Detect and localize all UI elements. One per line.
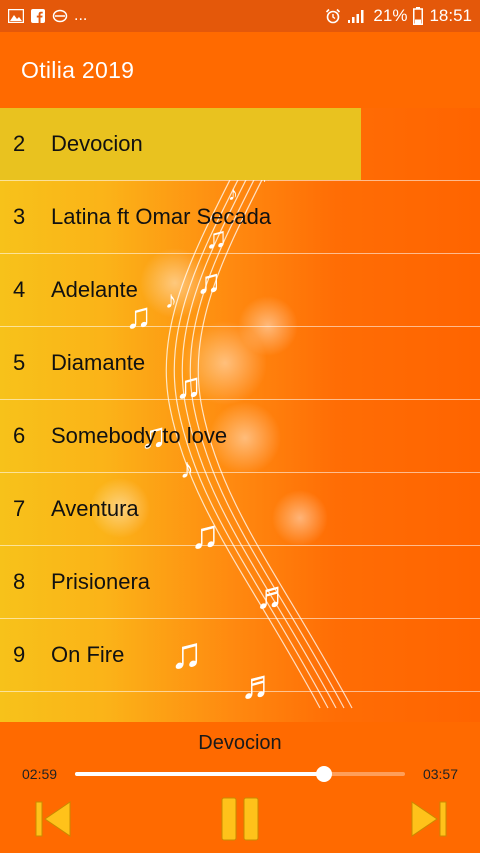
previous-icon[interactable] xyxy=(33,799,73,839)
facebook-icon xyxy=(31,9,45,23)
status-overflow: ... xyxy=(74,7,88,24)
battery-percent: 21% xyxy=(373,6,408,25)
battery-icon xyxy=(413,7,424,25)
track-number: 7 xyxy=(13,496,26,521)
signal-icon xyxy=(348,10,364,23)
now-playing-title: Devocion xyxy=(198,732,282,754)
track-row[interactable]: 9 On Fire xyxy=(0,619,480,692)
track-list-area[interactable]: 𝄞 ♪ ♯ ♪ ♫ ♫ ♪ ♫ ♫ ♫ ♪ ♫ ♬ ♫ ♬ 2 Devocion… xyxy=(0,108,480,722)
status-bar: ... 21% 18:51 xyxy=(0,0,480,32)
gallery-icon xyxy=(8,9,24,23)
track-number: 4 xyxy=(13,277,26,302)
track-title: Latina ft Omar Secada xyxy=(51,204,272,229)
track-number: 8 xyxy=(13,569,26,594)
track-row[interactable]: 5 Diamante xyxy=(0,327,480,400)
track-list: 2 Devocion 3 Latina ft Omar Secada 4 Ade… xyxy=(0,108,480,692)
elapsed-time: 02:59 xyxy=(22,766,58,782)
track-number: 6 xyxy=(13,423,26,448)
track-number: 2 xyxy=(13,131,26,156)
track-number: 9 xyxy=(13,642,26,667)
track-title: Diamante xyxy=(51,350,146,375)
seek-thumb[interactable] xyxy=(316,766,333,782)
total-time: 03:57 xyxy=(422,766,458,782)
track-title: Somebody to love xyxy=(51,423,228,448)
pause-icon[interactable] xyxy=(218,796,262,842)
track-title: Aventura xyxy=(51,496,139,521)
seek-bar[interactable] xyxy=(75,766,405,782)
app-bar: Otilia 2019 xyxy=(0,32,480,108)
track-number: 3 xyxy=(13,204,26,229)
track-row[interactable]: 4 Adelante xyxy=(0,254,480,327)
track-title: On Fire xyxy=(51,642,125,667)
track-row[interactable]: 6 Somebody to love xyxy=(0,400,480,473)
seek-progress xyxy=(75,772,325,776)
next-icon[interactable] xyxy=(409,799,449,839)
track-row[interactable]: 3 Latina ft Omar Secada xyxy=(0,181,480,254)
track-number: 5 xyxy=(13,350,26,375)
track-title: Adelante xyxy=(51,277,138,302)
track-row[interactable]: 2 Devocion xyxy=(0,108,480,181)
track-row[interactable]: 7 Aventura xyxy=(0,473,480,546)
app-title: Otilia 2019 xyxy=(21,56,135,83)
player-bar: Devocion 02:59 03:57 xyxy=(0,722,480,853)
track-row[interactable]: 8 Prisionera xyxy=(0,546,480,619)
sync-icon xyxy=(52,9,68,23)
status-time: 18:51 xyxy=(429,6,472,25)
track-title: Prisionera xyxy=(51,569,151,594)
track-title: Devocion xyxy=(51,131,143,156)
alarm-icon xyxy=(326,8,341,24)
